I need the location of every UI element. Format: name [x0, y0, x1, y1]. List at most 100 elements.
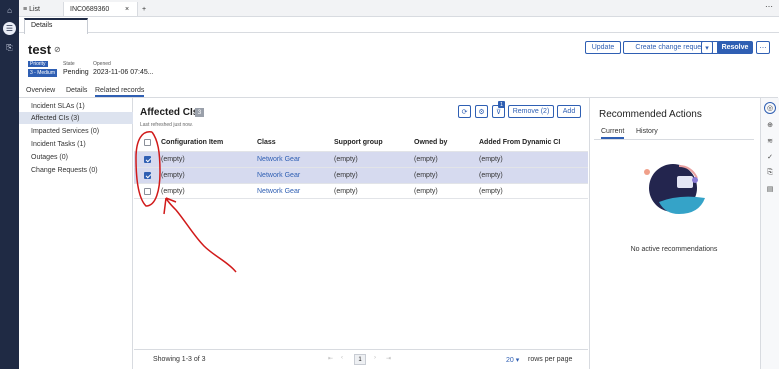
cell-owner: (empty)	[414, 172, 438, 179]
table-header: Configuration Item Class Support group O…	[134, 136, 588, 150]
refresh-icon[interactable]: ⟳	[458, 105, 471, 118]
priority-value: 3 - Medium	[28, 69, 58, 77]
screen-icon	[677, 176, 693, 188]
tab-details[interactable]: Details	[24, 18, 88, 34]
left-rail: ⌂ ☰ ⎘	[0, 0, 19, 369]
decor-dot-icon	[644, 169, 650, 175]
recommendations-icon[interactable]: ◎	[764, 102, 776, 114]
col-class[interactable]: Class	[257, 139, 276, 146]
cell-owner: (empty)	[414, 156, 438, 163]
row-checkbox[interactable]	[144, 188, 151, 195]
tab-record-details[interactable]: Details	[66, 87, 87, 95]
last-page-icon[interactable]: ⇥	[386, 355, 391, 362]
list-menu-icon[interactable]: ☰	[3, 22, 16, 35]
col-support-group[interactable]: Support group	[334, 139, 383, 146]
inbox-icon[interactable]: ⎘	[3, 41, 16, 54]
divider	[594, 139, 754, 140]
tab-list[interactable]: ≡ List	[23, 2, 40, 16]
create-change-dropdown[interactable]: ▾	[701, 41, 713, 54]
current-page[interactable]: 1	[354, 354, 366, 365]
priority-label: Priority	[28, 61, 48, 67]
cell-dynamic: (empty)	[479, 172, 503, 179]
cell-ci: (empty)	[161, 156, 185, 163]
add-tab-icon[interactable]: +	[142, 2, 146, 16]
cell-class-link[interactable]: Network Gear	[257, 156, 300, 163]
right-rail: ◎ ⊕ ≋ ✓ ⎘ ▤	[760, 98, 779, 369]
per-page-select[interactable]: 20 ▾	[506, 356, 519, 364]
cell-support: (empty)	[334, 156, 358, 163]
remove-button[interactable]: Remove (2)	[508, 105, 554, 118]
empty-state-illustration	[644, 164, 705, 214]
cell-class-link[interactable]: Network Gear	[257, 188, 300, 195]
list-icon: ≡	[23, 5, 28, 13]
opened-label: Opened	[93, 61, 111, 67]
table-row[interactable]: (empty) Network Gear (empty) (empty) (em…	[134, 183, 588, 199]
accent-dot-icon	[692, 177, 698, 183]
col-configuration-item[interactable]: Configuration Item	[161, 139, 223, 146]
first-page-icon[interactable]: ⇤	[328, 355, 333, 362]
state-value: Pending	[63, 69, 89, 76]
update-button[interactable]: Update	[585, 41, 621, 54]
add-button[interactable]: Add	[557, 105, 581, 118]
opened-value: 2023-11-06 07:45...	[93, 69, 154, 76]
settings-icon[interactable]: ⚙	[475, 105, 488, 118]
cell-dynamic: (empty)	[479, 188, 503, 195]
cell-support: (empty)	[334, 188, 358, 195]
empty-recommendations-text: No active recommendations	[630, 246, 718, 253]
recommended-actions-panel: Recommended Actions Current History No a…	[589, 98, 757, 369]
top-tab-bar: ≡ List INC0689360 × + ⋯	[19, 0, 779, 17]
count-badge: 3	[195, 108, 204, 117]
record-title: test	[28, 42, 52, 57]
recommended-title: Recommended Actions	[599, 109, 702, 120]
cell-class-link[interactable]: Network Gear	[257, 172, 300, 179]
row-checkbox[interactable]	[144, 172, 151, 179]
tab-overview[interactable]: Overview	[26, 87, 55, 95]
layers-icon[interactable]: ≋	[764, 135, 776, 147]
nav-affected-cis[interactable]: Affected CIs (3)	[19, 112, 133, 124]
record-header: test ⊘ Priority 3 - Medium State Pending…	[19, 33, 779, 85]
affected-cis-title: Affected CIs	[140, 107, 199, 118]
resolve-button[interactable]: Resolve	[717, 41, 753, 54]
state-label: State	[63, 61, 75, 67]
sub-tab-bar: Details	[19, 17, 779, 34]
tab-related-records[interactable]: Related records	[95, 87, 145, 97]
affected-cis-panel: Affected CIs 3 Last refreshed just now. …	[134, 98, 588, 369]
attachment-icon[interactable]: ⎘	[764, 167, 776, 179]
showing-text: Showing 1-3 of 3	[153, 356, 206, 363]
cell-ci: (empty)	[161, 172, 185, 179]
chevron-down-icon: ▾	[513, 357, 520, 364]
tab-current[interactable]: Current	[601, 128, 625, 139]
table-footer: Showing 1-3 of 3 ⇤ ‹ 1 › ⇥ 20 ▾ rows per…	[134, 349, 588, 369]
home-icon[interactable]: ⌂	[3, 4, 16, 17]
select-all-checkbox[interactable]	[144, 139, 151, 146]
next-page-icon[interactable]: ›	[374, 355, 376, 361]
document-icon[interactable]: ▤	[764, 183, 776, 195]
more-actions-button[interactable]: ⋯	[756, 41, 770, 54]
nav-incident-slas[interactable]: Incident SLAs (1)	[19, 100, 133, 112]
table-row[interactable]: (empty) Network Gear (empty) (empty) (em…	[134, 167, 588, 183]
prev-page-icon[interactable]: ‹	[341, 355, 343, 361]
nav-outages[interactable]: Outages (0)	[19, 151, 133, 163]
more-icon[interactable]: ⋯	[765, 2, 773, 11]
cell-ci: (empty)	[161, 188, 185, 195]
check-icon[interactable]: ✓	[764, 151, 776, 163]
globe-icon[interactable]: ⊕	[764, 119, 776, 131]
cell-dynamic: (empty)	[479, 156, 503, 163]
filter-badge: 1	[498, 101, 505, 108]
nav-impacted-services[interactable]: Impacted Services (0)	[19, 125, 133, 137]
record-tabs: Overview Details Related records	[19, 86, 589, 97]
cell-support: (empty)	[334, 172, 358, 179]
refreshed-text: Last refreshed just now.	[140, 122, 193, 128]
row-checkbox[interactable]	[144, 156, 151, 163]
nav-change-requests[interactable]: Change Requests (0)	[19, 164, 133, 176]
cell-owner: (empty)	[414, 188, 438, 195]
tag-icon[interactable]: ⊘	[54, 45, 61, 54]
related-list-nav: Incident SLAs (1) Affected CIs (3) Impac…	[19, 98, 133, 369]
per-page-label: rows per page	[528, 356, 573, 363]
table-row[interactable]: (empty) Network Gear (empty) (empty) (em…	[134, 151, 588, 167]
tab-history[interactable]: History	[636, 128, 658, 137]
close-tab-icon[interactable]: ×	[125, 2, 129, 16]
col-owned-by[interactable]: Owned by	[414, 139, 447, 146]
nav-incident-tasks[interactable]: Incident Tasks (1)	[19, 138, 133, 150]
col-added-from-dynamic-ci[interactable]: Added From Dynamic CI	[479, 139, 560, 146]
